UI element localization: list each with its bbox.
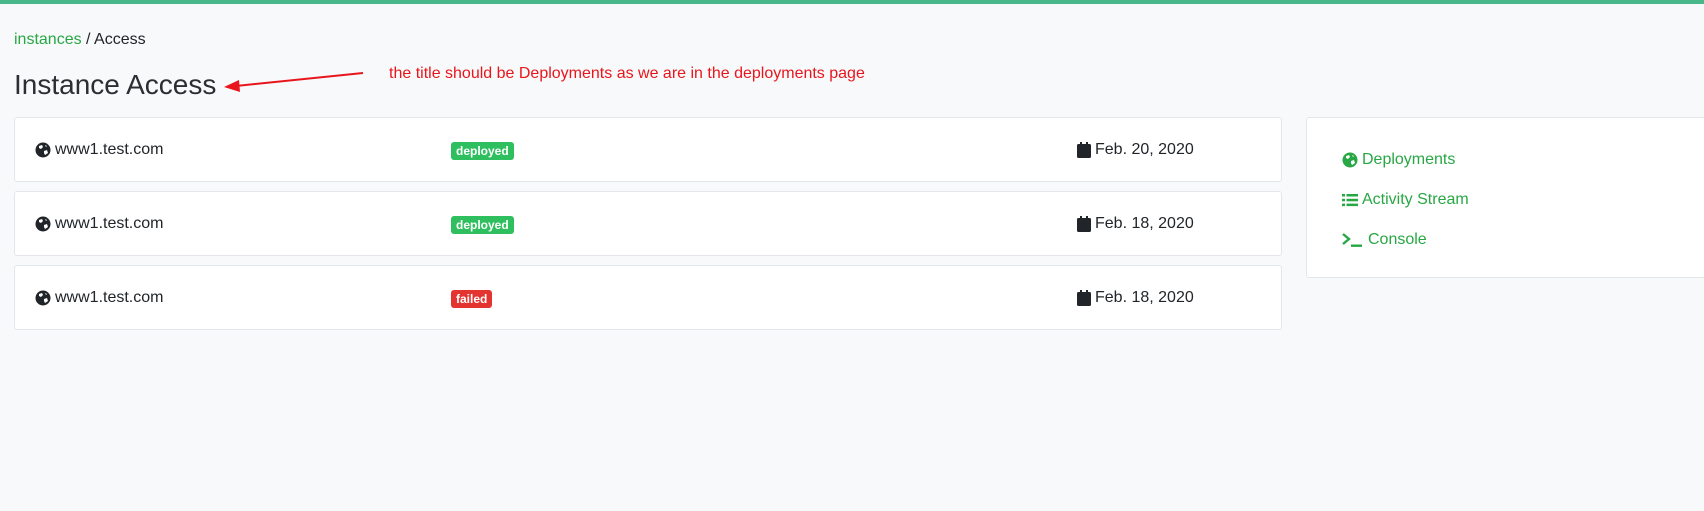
deployment-list: www1.test.com deployed Feb. 20, 2020 www…: [14, 117, 1282, 339]
deployment-row[interactable]: www1.test.com failed Feb. 18, 2020: [14, 265, 1282, 330]
status-badge: deployed: [451, 216, 514, 234]
side-menu-item-label: Console: [1368, 231, 1427, 248]
side-menu-item-console[interactable]: Console: [1342, 230, 1427, 250]
deployment-host-text: www1.test.com: [55, 215, 164, 232]
breadcrumb-separator: /: [81, 31, 95, 48]
deployment-host: www1.test.com: [35, 214, 163, 234]
deployment-row[interactable]: www1.test.com deployed Feb. 20, 2020: [14, 117, 1282, 182]
deployment-date: Feb. 20, 2020: [1077, 140, 1194, 160]
page-title: Instance Access: [14, 69, 217, 100]
deployment-date-text: Feb. 20, 2020: [1095, 141, 1194, 158]
deployment-date: Feb. 18, 2020: [1077, 288, 1194, 308]
breadcrumb: instances / Access: [14, 30, 146, 50]
deployment-host-text: www1.test.com: [55, 141, 164, 158]
calendar-icon: [1077, 290, 1091, 306]
breadcrumb-link-instances[interactable]: instances: [14, 31, 82, 48]
side-menu-item-activity-stream[interactable]: Activity Stream: [1342, 190, 1469, 210]
annotation-arrow-icon: [224, 72, 364, 92]
side-menu-item-deployments[interactable]: Deployments: [1342, 150, 1455, 170]
status-badge: failed: [451, 290, 493, 308]
deployment-host: www1.test.com: [35, 288, 163, 308]
deployment-date-text: Feb. 18, 2020: [1095, 289, 1194, 306]
calendar-icon: [1077, 216, 1091, 232]
globe-icon: [1342, 152, 1358, 168]
globe-icon: [35, 216, 51, 232]
side-menu-item-label: Activity Stream: [1362, 191, 1469, 208]
top-accent-bar: [0, 0, 1704, 4]
side-menu: Deployments Activity Stream Console: [1306, 117, 1704, 278]
status-badge: deployed: [451, 142, 514, 160]
deployment-date: Feb. 18, 2020: [1077, 214, 1194, 234]
deployment-row[interactable]: www1.test.com deployed Feb. 18, 2020: [14, 191, 1282, 256]
globe-icon: [35, 142, 51, 158]
calendar-icon: [1077, 142, 1091, 158]
annotation-text: the title should be Deployments as we ar…: [389, 65, 865, 82]
side-menu-item-label: Deployments: [1362, 151, 1456, 168]
deployment-host-text: www1.test.com: [55, 289, 164, 306]
deployment-date-text: Feb. 18, 2020: [1095, 215, 1194, 232]
globe-icon: [35, 290, 51, 306]
terminal-icon: [1342, 233, 1362, 247]
deployment-host: www1.test.com: [35, 140, 163, 160]
list-icon: [1342, 194, 1358, 207]
breadcrumb-current: Access: [94, 31, 146, 48]
